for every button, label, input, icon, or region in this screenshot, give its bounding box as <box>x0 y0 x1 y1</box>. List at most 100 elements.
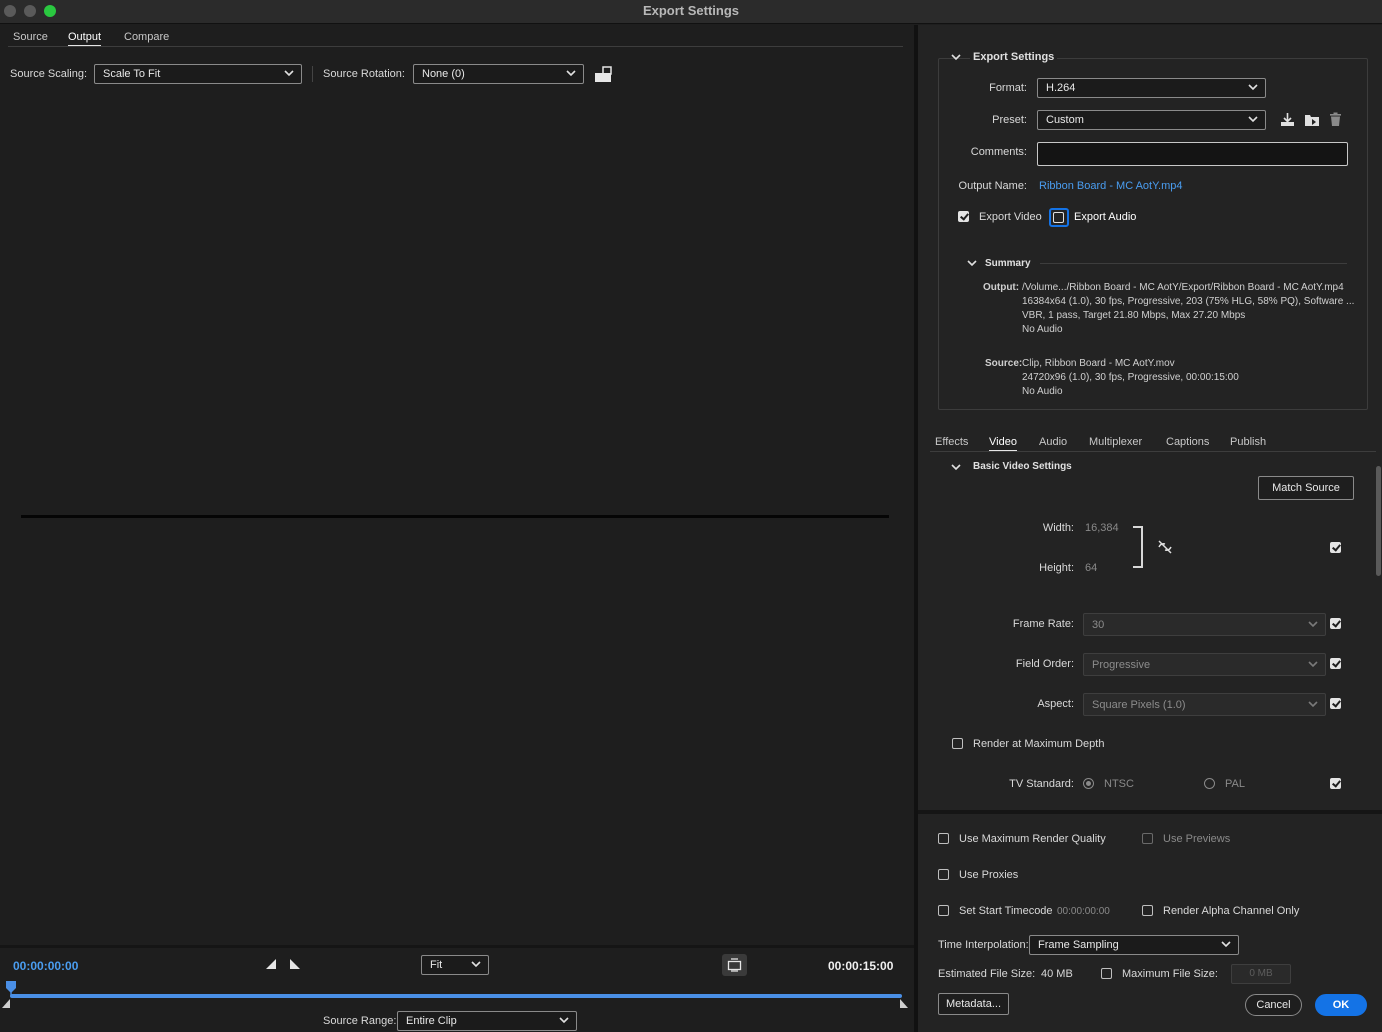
out-point-marker-icon[interactable] <box>899 998 909 1009</box>
summary-divider <box>1040 263 1347 264</box>
frame-rate-label: Frame Rate: <box>1012 618 1074 630</box>
render-max-depth-label: Render at Maximum Depth <box>973 738 1105 750</box>
aspect-label: Aspect: <box>1037 698 1074 710</box>
aspect-match-checkbox[interactable] <box>1330 698 1341 709</box>
metadata-button[interactable]: Metadata... <box>938 993 1009 1015</box>
use-previews-label: Use Previews <box>1163 833 1231 845</box>
width-value[interactable]: 16,384 <box>1085 522 1119 534</box>
source-scaling-dropdown[interactable]: Scale To Fit <box>94 64 302 84</box>
set-start-timecode-checkbox[interactable] <box>938 905 949 916</box>
start-timecode-value[interactable]: 00:00:00:00 <box>1057 906 1110 917</box>
summary-heading: Summary <box>985 258 1031 269</box>
end-timecode: 00:00:15:00 <box>828 959 894 973</box>
export-audio-checkbox[interactable] <box>1053 212 1064 223</box>
tabs-divider <box>8 46 903 47</box>
width-label: Width: <box>1042 522 1074 534</box>
zoom-level-value: Fit <box>430 959 443 971</box>
render-max-depth-checkbox[interactable] <box>952 738 963 749</box>
match-source-button[interactable]: Match Source <box>1258 476 1354 500</box>
frame-rate-dropdown[interactable]: 30 <box>1083 613 1326 636</box>
preset-dropdown[interactable]: Custom <box>1037 110 1266 130</box>
output-name-label: Output Name: <box>958 180 1027 192</box>
time-interpolation-dropdown[interactable]: Frame Sampling <box>1029 935 1239 955</box>
export-video-checkbox[interactable] <box>958 211 969 222</box>
export-audio-focus-ring <box>1049 208 1069 227</box>
chevron-down-icon <box>1308 621 1318 628</box>
width-height-match-checkbox[interactable] <box>1330 542 1341 553</box>
timeline-divider <box>0 945 914 948</box>
settings-tabs-divider <box>930 451 1376 452</box>
source-range-dropdown[interactable]: Entire Clip <box>397 1011 577 1031</box>
aspect-ratio-correction-button[interactable] <box>722 954 747 976</box>
comments-label: Comments: <box>970 146 1027 158</box>
field-order-match-checkbox[interactable] <box>1330 658 1341 669</box>
pal-radio[interactable] <box>1204 778 1215 789</box>
current-timecode[interactable]: 00:00:00:00 <box>13 959 78 973</box>
summary-output-line: No Audio <box>1022 324 1063 335</box>
tab-captions[interactable]: Captions <box>1166 436 1209 448</box>
set-in-point-icon[interactable] <box>265 958 277 970</box>
summary-output-line: VBR, 1 pass, Target 21.80 Mbps, Max 27.2… <box>1022 310 1246 321</box>
height-value[interactable]: 64 <box>1085 562 1097 574</box>
tab-compare[interactable]: Compare <box>124 31 169 43</box>
in-point-marker-icon[interactable] <box>1 998 11 1009</box>
export-video-label: Export Video <box>979 211 1042 223</box>
chevron-down-icon <box>1248 116 1258 123</box>
delete-preset-icon[interactable] <box>1329 112 1342 127</box>
title-bar: Export Settings <box>0 0 1382 24</box>
tab-output[interactable]: Output <box>68 31 102 47</box>
summary-output-line: /Volume.../Ribbon Board - MC AotY/Export… <box>1022 282 1344 293</box>
cancel-button[interactable]: Cancel <box>1245 994 1302 1016</box>
aspect-dropdown[interactable]: Square Pixels (1.0) <box>1083 693 1326 716</box>
tab-video[interactable]: Video <box>989 436 1017 452</box>
field-order-label: Field Order: <box>1015 658 1074 670</box>
tab-audio[interactable]: Audio <box>1039 436 1067 448</box>
playhead-icon[interactable] <box>5 980 17 996</box>
source-rotation-dropdown[interactable]: None (0) <box>413 64 584 84</box>
summary-source-key: Source: <box>985 358 1023 369</box>
tab-multiplexer[interactable]: Multiplexer <box>1089 436 1142 448</box>
chevron-down-icon <box>1308 701 1318 708</box>
output-name-link[interactable]: Ribbon Board - MC AotY.mp4 <box>1039 180 1182 192</box>
tv-standard-label: TV Standard: <box>1009 778 1074 790</box>
ntsc-radio[interactable] <box>1083 778 1094 789</box>
render-alpha-only-checkbox[interactable] <box>1142 905 1153 916</box>
timeline-track[interactable] <box>10 994 902 998</box>
source-scaling-label: Source Scaling: <box>10 68 88 80</box>
format-label: Format: <box>989 82 1027 94</box>
tv-standard-match-checkbox[interactable] <box>1330 778 1341 789</box>
max-file-size-input[interactable]: 0 MB <box>1231 964 1291 984</box>
render-alpha-only-label: Render Alpha Channel Only <box>1163 905 1300 917</box>
set-out-point-icon[interactable] <box>289 958 301 970</box>
field-order-dropdown[interactable]: Progressive <box>1083 653 1326 676</box>
import-preset-icon[interactable] <box>1304 112 1320 127</box>
use-max-render-quality-checkbox[interactable] <box>938 833 949 844</box>
chevron-down-icon[interactable] <box>951 52 961 62</box>
ok-button[interactable]: OK <box>1315 994 1367 1016</box>
save-preset-icon[interactable] <box>1280 112 1295 127</box>
height-label: Height: <box>1039 562 1074 574</box>
tab-source[interactable]: Source <box>13 31 48 43</box>
zoom-level-dropdown[interactable]: Fit <box>421 955 489 975</box>
frame-rate-match-checkbox[interactable] <box>1330 618 1341 629</box>
preview-panel <box>0 25 914 1032</box>
max-file-size-checkbox[interactable] <box>1101 968 1112 979</box>
summary-output-key: Output: <box>983 282 1020 293</box>
source-rotation-label: Source Rotation: <box>323 68 405 80</box>
source-range-value: Entire Clip <box>406 1015 457 1027</box>
format-dropdown[interactable]: H.264 <box>1037 78 1266 98</box>
chevron-down-icon[interactable] <box>951 462 961 472</box>
tab-publish[interactable]: Publish <box>1230 436 1266 448</box>
chevron-down-icon <box>471 961 481 968</box>
settings-scrollbar[interactable] <box>1376 466 1381 576</box>
use-previews-checkbox[interactable] <box>1142 833 1153 844</box>
source-range-label: Source Range: <box>323 1015 397 1027</box>
unlink-icon[interactable] <box>1157 540 1173 554</box>
crop-output-icon[interactable] <box>594 66 612 83</box>
chevron-down-icon[interactable] <box>967 258 977 268</box>
use-proxies-checkbox[interactable] <box>938 869 949 880</box>
tab-effects[interactable]: Effects <box>935 436 968 448</box>
comments-input[interactable] <box>1037 142 1348 166</box>
chevron-down-icon <box>1221 941 1231 948</box>
estimated-file-size-label: Estimated File Size: <box>938 968 1036 980</box>
